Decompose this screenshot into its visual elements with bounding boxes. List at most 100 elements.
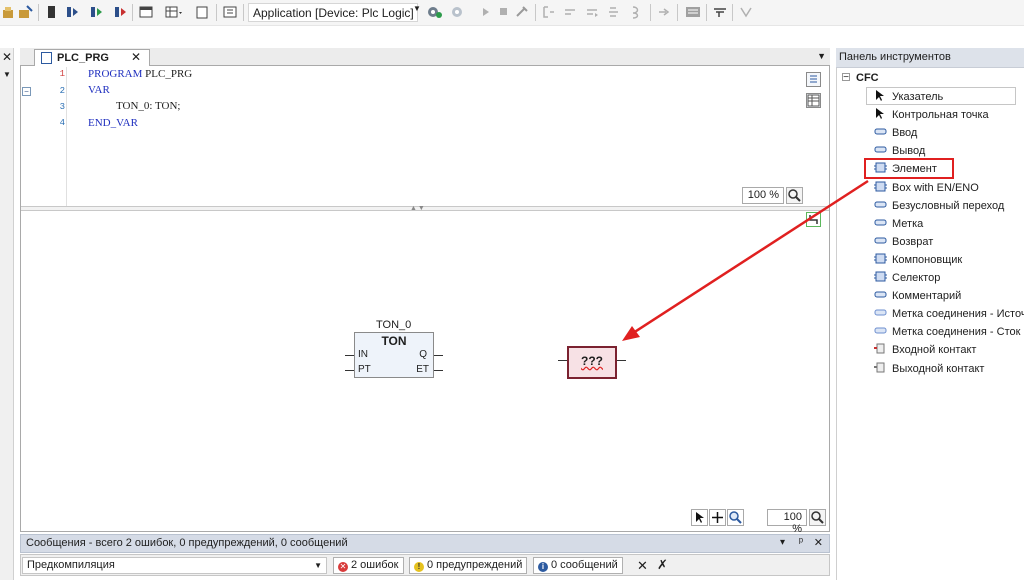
toolbox-item[interactable]: Метка соединения - Сток [874, 325, 1020, 341]
zoom-icon[interactable] [809, 509, 826, 526]
output-connector-q[interactable] [434, 355, 443, 356]
toolbox-item[interactable]: Безусловный переход [874, 199, 1004, 215]
step-into-icon[interactable] [64, 4, 80, 20]
cfc-zoom-value[interactable]: 100 % [767, 509, 807, 535]
pin-icon[interactable]: ᵖ [799, 536, 803, 548]
run-to-cursor-icon[interactable] [606, 4, 622, 20]
line-number: 3 [59, 102, 65, 112]
application-selector[interactable]: Application [Device: Plc Logic] [248, 3, 418, 22]
ton-instance-name[interactable]: TON_0 [376, 319, 411, 331]
clear-messages-icon[interactable]: ✕ [637, 558, 648, 574]
toolbox-item[interactable]: Выходной контакт [874, 362, 984, 378]
placeholder-input-connector[interactable] [558, 360, 567, 361]
window-icon[interactable] [138, 4, 154, 20]
toolbox-item-label: Компоновщик [892, 253, 963, 266]
step-over-icon[interactable] [88, 4, 104, 20]
logout-icon[interactable] [18, 4, 34, 20]
declaration-zoom-value[interactable]: 100 % [742, 187, 784, 204]
rebuild-gear-icon[interactable] [450, 4, 466, 20]
toolbox-item[interactable]: Комментарий [874, 289, 961, 305]
input-pin-icon [874, 343, 887, 354]
toolbox-item[interactable]: Ввод [874, 126, 917, 142]
tab-plc-prg[interactable]: PLC_PRG ✕ [34, 49, 150, 66]
step-out-disabled-icon[interactable] [584, 4, 600, 20]
toolbox-item[interactable]: Метка соединения - Источник [874, 307, 1024, 323]
infos-filter-button[interactable]: i0 сообщений [533, 557, 623, 574]
warnings-filter-button[interactable]: ! 0 предупреждений [409, 557, 528, 574]
show-current-statement-icon[interactable] [656, 4, 672, 20]
zoom-tool-icon[interactable] [727, 509, 744, 526]
pan-tool-icon[interactable] [709, 509, 726, 526]
new-object-icon[interactable] [194, 4, 210, 20]
stop-icon[interactable] [496, 4, 512, 20]
step-into-disabled-icon[interactable] [540, 4, 556, 20]
unforce-values-icon[interactable] [738, 4, 754, 20]
tabular-view-icon[interactable] [806, 93, 821, 108]
bookmark-icon[interactable] [44, 4, 60, 20]
reset-icon[interactable] [514, 4, 530, 20]
output-connector-et[interactable] [434, 370, 443, 371]
cfc-route-icon[interactable] [806, 212, 821, 227]
close-icon[interactable]: ✕ [131, 50, 141, 64]
splitter-grip-icon[interactable]: ▲▼ [410, 205, 426, 212]
clear-all-messages-icon[interactable]: ✗ [657, 557, 668, 573]
device-icon[interactable] [222, 4, 238, 20]
toolbox-item[interactable]: Селектор [874, 271, 940, 287]
pointer-tool-icon[interactable] [691, 509, 708, 526]
toolbox-item-label: Указатель [892, 91, 944, 103]
login-icon[interactable] [2, 4, 18, 20]
zoom-icon[interactable] [786, 187, 803, 204]
toolbar-separator [650, 4, 651, 21]
build-gear-icon[interactable] [426, 4, 442, 20]
close-icon[interactable]: ✕ [2, 50, 12, 64]
program-name: PLC_PRG [142, 68, 193, 80]
pin-in: IN [358, 349, 368, 360]
ton-function-block[interactable]: TON IN PT Q ET [354, 332, 434, 378]
code-line-1[interactable]: PROGRAM PLC_PRG [88, 68, 192, 80]
toolbox-item[interactable]: Контрольная точка [874, 108, 989, 124]
input-connector-pt[interactable] [345, 370, 354, 371]
toolbox-item[interactable]: Box with EN/ENO [874, 181, 979, 197]
placeholder-output-connector[interactable] [617, 360, 626, 361]
step-out-icon[interactable] [112, 4, 128, 20]
info-icon: i [538, 562, 548, 572]
chevron-down-icon[interactable]: ▼ [413, 4, 421, 13]
placeholder-label: ??? [581, 354, 603, 368]
write-values-icon[interactable] [684, 4, 700, 20]
close-icon[interactable]: ✕ [814, 536, 823, 549]
chevron-down-icon[interactable]: ▼ [3, 70, 11, 79]
toolbox-item[interactable]: Компоновщик [874, 253, 962, 269]
code-line-2[interactable]: VAR [88, 84, 110, 96]
connection-mark-source-icon [874, 307, 887, 317]
toolbox-item-label: Вывод [892, 145, 926, 158]
new-element-placeholder[interactable]: ??? [567, 346, 617, 379]
fold-toggle[interactable]: − [22, 87, 31, 96]
toolbox-item-label: Метка соединения - Сток [892, 326, 1021, 339]
toolbox-category[interactable]: CFC [856, 72, 879, 84]
start-icon[interactable] [478, 4, 494, 20]
ton-type-label: TON [381, 334, 407, 348]
toolbox-item[interactable]: Входной контакт [874, 343, 976, 359]
toolbar-separator [677, 4, 678, 21]
toolbox-item-label: Ввод [892, 127, 918, 140]
collapse-icon[interactable]: − [842, 73, 850, 83]
message-source-select[interactable]: Предкомпиляция ▼ [22, 557, 327, 574]
toolbox-item[interactable]: Возврат [874, 235, 933, 251]
toolbox-item[interactable]: Метка [874, 217, 923, 233]
document-icon [41, 52, 52, 64]
errors-filter-button[interactable]: ✕ 2 ошибок [333, 557, 404, 574]
toolbox-item[interactable]: Указатель [874, 90, 943, 106]
chevron-down-icon[interactable]: ▾ [780, 537, 785, 548]
grid-menu-icon[interactable] [164, 4, 182, 20]
input-connector-in[interactable] [345, 355, 354, 356]
step-over-disabled-icon[interactable] [562, 4, 578, 20]
code-line-3[interactable]: TON_0: TON; [116, 100, 180, 112]
chevron-down-icon[interactable]: ▼ [817, 51, 826, 61]
force-values-icon[interactable] [712, 4, 728, 20]
textual-view-icon[interactable] [806, 72, 821, 87]
toolbar-separator [132, 4, 133, 21]
composer-icon [874, 253, 887, 264]
set-next-statement-icon[interactable] [628, 4, 644, 20]
code-line-4[interactable]: END_VAR [88, 117, 138, 129]
chevron-down-icon[interactable]: ▼ [314, 561, 322, 570]
